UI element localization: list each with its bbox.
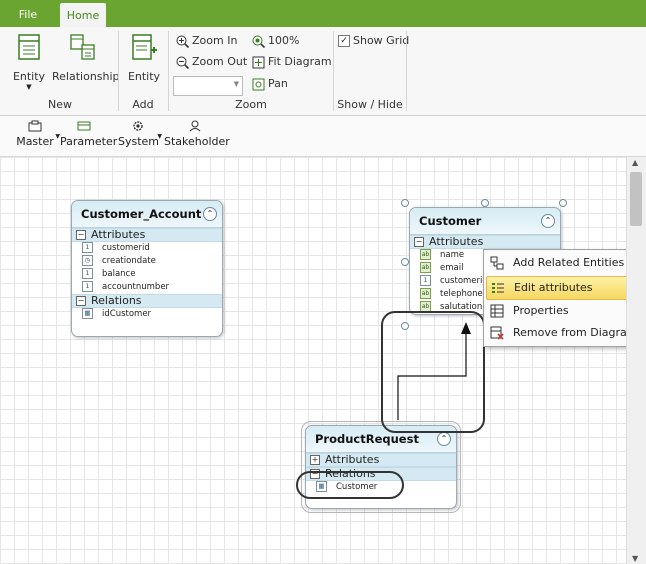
text-type-icon: ab: [420, 262, 431, 273]
attributes-section[interactable]: − Attributes: [72, 228, 222, 242]
collapse-minus-icon[interactable]: −: [76, 296, 86, 306]
attribute-name: accountnumber: [102, 282, 170, 292]
attributes-section[interactable]: − Attributes: [410, 235, 560, 249]
annotation-callout: [296, 471, 404, 499]
entity-header[interactable]: Customer_Account ⌃: [72, 201, 222, 228]
date-type-icon: ◷: [82, 255, 93, 266]
menu-item-label: Add Related Entities: [513, 256, 625, 269]
annotation-callout: [381, 311, 485, 433]
menu-item-edit-attributes[interactable]: Edit attributes: [486, 276, 641, 300]
number-type-icon: 1: [82, 268, 93, 279]
entity-customer-account[interactable]: Customer_Account ⌃ − Attributes 1 customer…: [71, 200, 223, 337]
attribute-row[interactable]: 1 balance: [72, 268, 222, 281]
context-menu: Add Related Entities Edit attributes Pro…: [483, 249, 644, 347]
relations-label: Relations: [91, 294, 142, 307]
number-type-icon: 1: [82, 242, 93, 253]
collapse-icon[interactable]: ⌃: [541, 214, 555, 228]
menu-item-properties[interactable]: Properties: [486, 300, 639, 322]
relation-row[interactable]: ▦ idCustomer: [72, 308, 222, 321]
collapse-icon[interactable]: ⌃: [203, 207, 217, 221]
attribute-row[interactable]: ◷ creationdate: [72, 255, 222, 268]
properties-icon: [490, 304, 504, 318]
attribute-name: email: [440, 263, 464, 273]
attribute-name: customerid: [102, 243, 150, 253]
attribute-row[interactable]: 1 customerid: [72, 242, 222, 255]
relation-icon: ▦: [82, 308, 93, 319]
menu-item-label: Edit attributes: [514, 281, 593, 294]
text-type-icon: ab: [420, 249, 431, 260]
remove-diagram-icon: [490, 326, 504, 340]
menu-item-label: Remove from Diagram: [513, 326, 638, 339]
collapse-minus-icon[interactable]: −: [414, 237, 424, 247]
entity-header[interactable]: Customer ⌃: [410, 208, 560, 235]
menu-item-label: Properties: [513, 304, 569, 317]
attribute-name: customerid: [440, 276, 488, 286]
entity-selection-outline: [301, 421, 461, 513]
scrollbar-thumb[interactable]: [630, 172, 642, 226]
relations-section[interactable]: − Relations: [72, 294, 222, 308]
text-type-icon: ab: [420, 288, 431, 299]
selection-handle[interactable]: [481, 199, 489, 207]
edit-attributes-icon: [492, 283, 504, 293]
entity-title: Customer_Account: [81, 207, 202, 221]
attribute-row[interactable]: 1 accountnumber: [72, 281, 222, 294]
attribute-name: balance: [102, 269, 136, 279]
entity-title: Customer: [419, 214, 482, 228]
scroll-up-icon[interactable]: ▲: [632, 158, 638, 167]
selection-handle[interactable]: [401, 258, 409, 266]
related-entities-icon: [490, 256, 504, 270]
selection-handle[interactable]: [559, 199, 567, 207]
menu-item-remove-from-diagram[interactable]: Remove from Diagram: [486, 322, 639, 344]
selection-handle[interactable]: [401, 199, 409, 207]
number-type-icon: 1: [420, 275, 431, 286]
menu-item-add-related-entities[interactable]: Add Related Entities: [486, 252, 639, 274]
attribute-name: telephone: [440, 289, 483, 299]
number-type-icon: 1: [82, 281, 93, 292]
attributes-label: Attributes: [429, 235, 484, 248]
collapse-minus-icon[interactable]: −: [76, 230, 86, 240]
relation-name: idCustomer: [102, 309, 152, 319]
attribute-name: name: [440, 250, 465, 260]
attribute-name: creationdate: [102, 256, 156, 266]
attributes-label: Attributes: [91, 228, 146, 241]
scroll-down-icon[interactable]: ▼: [632, 554, 638, 563]
